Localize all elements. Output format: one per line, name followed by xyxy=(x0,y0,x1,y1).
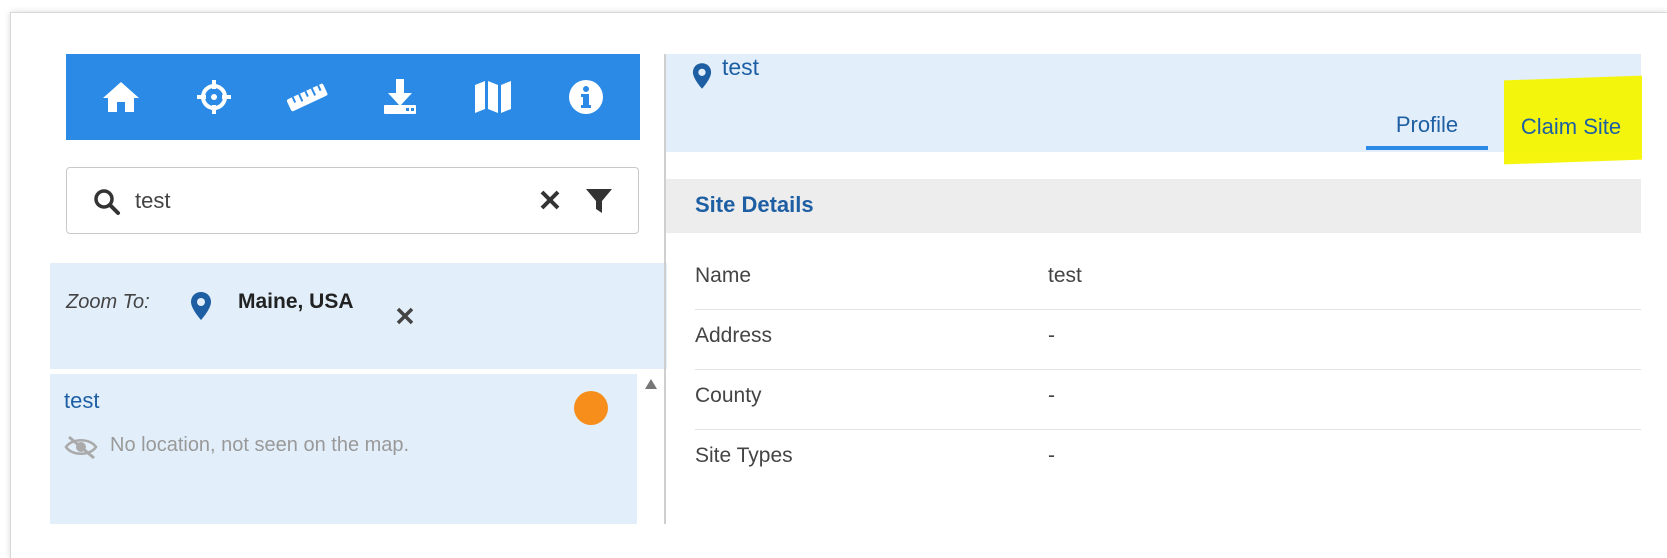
detail-value: - xyxy=(1048,324,1055,347)
tab-claim-site[interactable]: Claim Site xyxy=(1501,104,1641,150)
crosshair-icon xyxy=(196,80,231,114)
search-icon xyxy=(94,189,120,215)
detail-row-site-types: Site Types - xyxy=(695,430,1641,490)
download-icon xyxy=(383,79,416,114)
detail-row-address: Address - xyxy=(695,310,1641,370)
site-tabs: Profile Claim Site xyxy=(666,54,1641,152)
search-box xyxy=(66,167,639,234)
scroll-up-arrow-icon[interactable] xyxy=(644,378,658,390)
filter-icon[interactable] xyxy=(585,187,613,215)
result-title[interactable]: test xyxy=(64,388,99,414)
locate-button[interactable] xyxy=(190,73,238,121)
detail-key: Address xyxy=(695,324,773,347)
zoom-to-place[interactable]: Maine, USA xyxy=(238,290,354,314)
zoom-to-panel: Zoom To: Maine, USA xyxy=(50,263,667,369)
list-item[interactable]: test No location, not seen on the map. xyxy=(50,374,637,524)
info-icon xyxy=(568,80,603,114)
basemap-button[interactable] xyxy=(469,73,517,121)
zoom-to-label: Zoom To: xyxy=(66,291,150,313)
detail-value: test xyxy=(1048,264,1082,287)
status-dot xyxy=(574,391,608,425)
tab-profile[interactable]: Profile xyxy=(1366,104,1488,150)
detail-row-name: Name test xyxy=(695,250,1641,310)
detail-key: Name xyxy=(695,264,752,287)
map-icon xyxy=(474,81,511,113)
info-button[interactable] xyxy=(562,73,610,121)
map-toolbar xyxy=(66,54,640,140)
measure-button[interactable] xyxy=(283,73,331,121)
download-button[interactable] xyxy=(376,73,424,121)
detail-key: County xyxy=(695,384,762,407)
home-icon xyxy=(102,82,139,112)
detail-value: - xyxy=(1048,384,1055,407)
search-input[interactable] xyxy=(135,184,435,218)
detail-key: Site Types xyxy=(695,444,793,467)
close-icon[interactable] xyxy=(395,306,415,326)
ruler-icon xyxy=(286,83,327,112)
clear-search-icon[interactable] xyxy=(539,189,561,211)
detail-value: - xyxy=(1048,444,1055,467)
location-pin-icon xyxy=(191,292,211,320)
home-button[interactable] xyxy=(97,73,145,121)
site-details-section: Site Details xyxy=(666,179,1641,233)
no-location-message: No location, not seen on the map. xyxy=(110,434,410,456)
eye-slash-icon xyxy=(64,435,98,460)
detail-row-county: County - xyxy=(695,370,1641,430)
section-title: Site Details xyxy=(695,192,814,217)
